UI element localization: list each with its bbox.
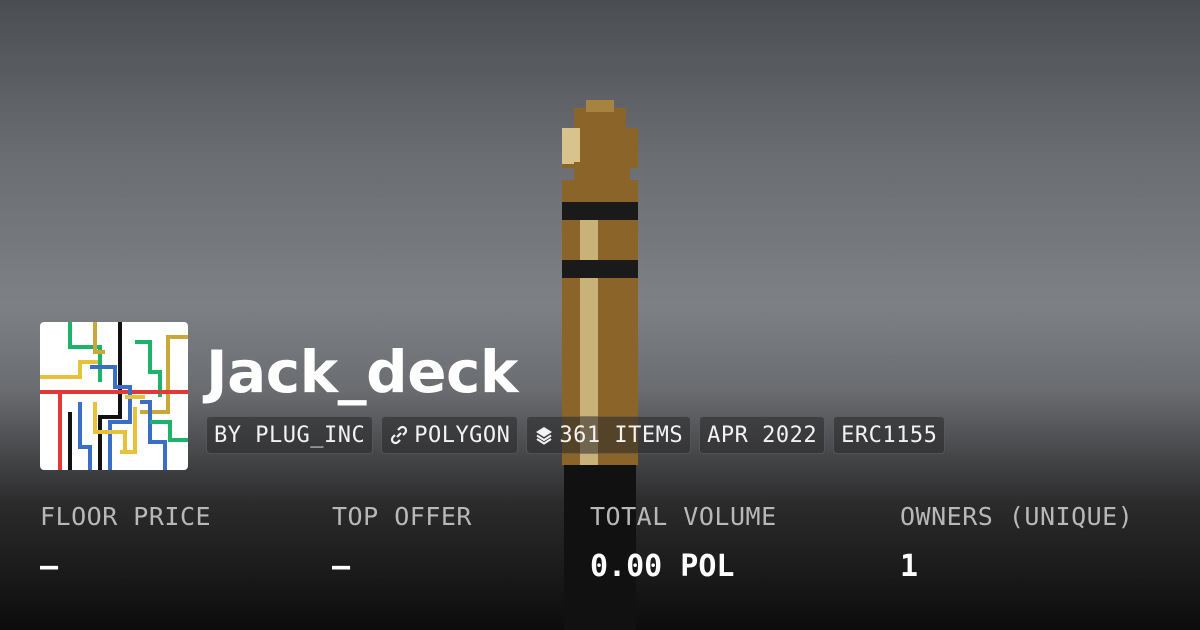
chain-badge[interactable]: POLYGON bbox=[381, 416, 519, 454]
token-standard-label: ERC1155 bbox=[841, 422, 938, 448]
stat-label: FLOOR PRICE bbox=[40, 502, 212, 531]
stat-label: OWNERS (UNIQUE) bbox=[900, 502, 1134, 531]
stat-value: 1 bbox=[900, 549, 919, 584]
collection-title: Jack_deck bbox=[206, 338, 518, 406]
items-label: 361 ITEMS bbox=[559, 422, 684, 448]
stat-owners: OWNERS (UNIQUE) 1 bbox=[900, 502, 1133, 584]
stat-value: 0.00 POL bbox=[590, 549, 735, 584]
stat-value: – bbox=[332, 549, 351, 584]
token-standard-badge[interactable]: ERC1155 bbox=[833, 416, 946, 454]
items-badge[interactable]: 361 ITEMS bbox=[526, 416, 692, 454]
stat-top-offer: TOP OFFER – bbox=[332, 502, 472, 584]
stat-label: TOP OFFER bbox=[332, 502, 472, 531]
stat-floor-price: FLOOR PRICE – bbox=[40, 502, 211, 584]
circuit-pattern-icon bbox=[40, 322, 188, 470]
link-icon bbox=[391, 425, 408, 445]
stat-value: – bbox=[40, 549, 59, 584]
created-date-label: APR 2022 bbox=[707, 422, 818, 448]
created-date-badge[interactable]: APR 2022 bbox=[699, 416, 826, 454]
stat-total-volume: TOTAL VOLUME 0.00 POL bbox=[590, 502, 777, 584]
chain-label: POLYGON bbox=[414, 422, 511, 448]
layers-icon bbox=[536, 427, 553, 445]
creator-label: BY PLUG_INC bbox=[214, 422, 366, 448]
stat-label: TOTAL VOLUME bbox=[590, 502, 777, 531]
creator-badge[interactable]: BY PLUG_INC bbox=[206, 416, 374, 454]
collection-badges: BY PLUG_INC POLYGON 361 ITEMS APR 2022 E… bbox=[206, 416, 946, 454]
collection-avatar[interactable] bbox=[40, 322, 188, 470]
